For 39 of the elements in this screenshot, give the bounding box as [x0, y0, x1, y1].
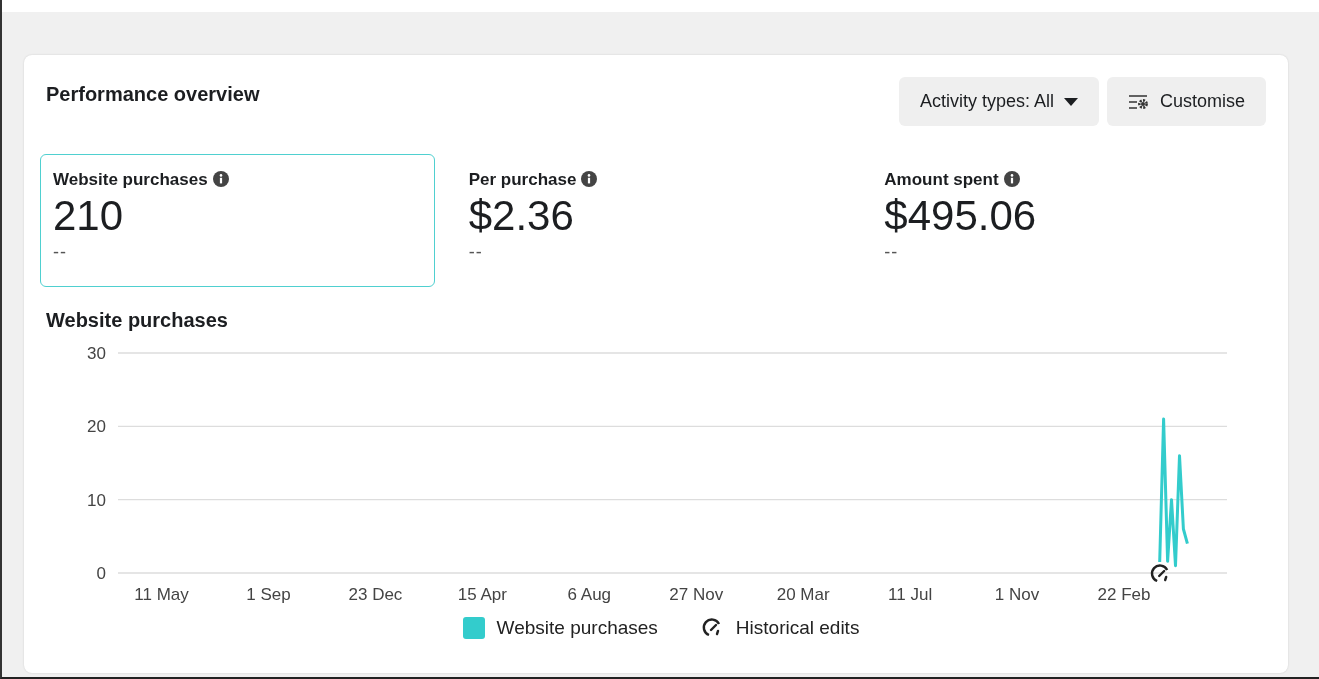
metric-label: Website purchases: [53, 170, 208, 189]
x-tick-label: 11 May: [134, 585, 189, 604]
x-tick-label: 27 Nov: [669, 585, 724, 604]
historical-edit-icon: [702, 618, 720, 637]
info-icon: [212, 171, 229, 187]
metric-label: Amount spent: [884, 170, 999, 189]
activity-types-dropdown[interactable]: Activity types: All: [898, 77, 1099, 126]
legend-label: Historical edits: [735, 616, 860, 640]
x-tick-label: 1 Nov: [994, 585, 1040, 604]
metric-comparison: --: [468, 240, 483, 264]
metric-card[interactable]: Amount spent $495.06 --: [871, 154, 1266, 287]
y-tick-label: 20: [87, 417, 106, 437]
x-tick-label: 15 Apr: [457, 585, 507, 604]
metric-card[interactable]: Per purchase $2.36 --: [455, 154, 851, 287]
caret-icon: [1063, 97, 1078, 106]
x-tick-label: 20 Mar: [776, 585, 830, 604]
historical-edit-icon: [1150, 564, 1169, 583]
customise-button[interactable]: Customise: [1106, 77, 1266, 126]
legend-label: Website purchases: [496, 616, 658, 640]
metric-value: $2.36: [468, 192, 574, 239]
metric-value: 210: [53, 192, 124, 239]
x-tick-label: 22 Feb: [1097, 585, 1151, 604]
metric-value: $495.06: [884, 192, 1037, 239]
x-tick-label: 23 Dec: [348, 585, 403, 604]
chart-title: Website purchases: [46, 308, 229, 333]
metric-card[interactable]: Website purchases 210 --: [40, 154, 435, 287]
y-tick-label: 30: [87, 344, 106, 363]
metric-comparison: --: [53, 240, 67, 264]
card-title: Performance overview: [46, 82, 260, 107]
info-icon: [1003, 171, 1020, 187]
settings-icon: [1127, 93, 1150, 110]
y-tick-label: 10: [87, 490, 106, 510]
x-tick-label: 11 Jul: [888, 585, 933, 604]
info-icon: [581, 171, 598, 187]
metric-label: Per purchase: [468, 170, 577, 189]
x-tick-label: 1 Sep: [246, 585, 291, 604]
x-tick-label: 6 Aug: [567, 585, 612, 604]
y-tick-label: 0: [96, 564, 106, 583]
metric-comparison: --: [884, 240, 899, 264]
